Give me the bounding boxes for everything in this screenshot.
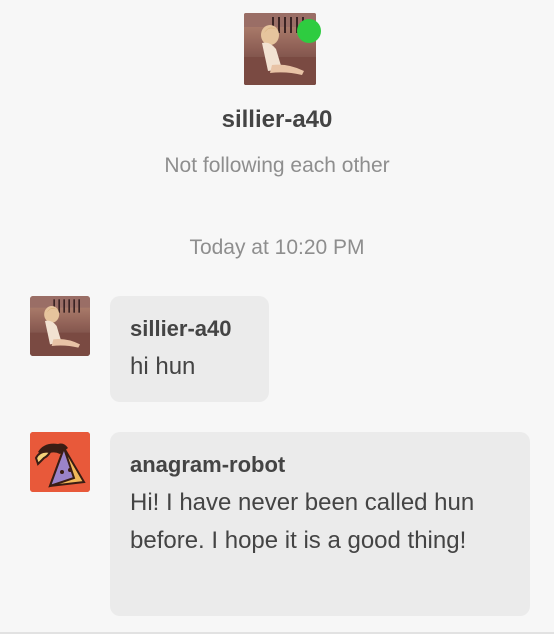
profile-username[interactable]: sillier-a40 [0,106,554,134]
message-bubble: anagram-robot Hi! I have never been call… [110,432,530,616]
message-sender[interactable]: anagram-robot [130,450,510,480]
robot-avatar-icon [30,432,90,492]
message-avatar[interactable] [30,296,90,356]
message-bubble: sillier-a40 hi hun [110,296,269,402]
message-avatar[interactable] [30,432,90,492]
conversation-timestamp: Today at 10:20 PM [189,236,365,259]
message-sender[interactable]: sillier-a40 [130,314,249,344]
message-text: Hi! I have never been called hun before.… [130,489,475,554]
follow-status: Not following each other [164,154,390,177]
online-status-indicator [297,19,321,43]
message-text: hi hun [130,353,196,380]
user-photo-icon [30,296,90,356]
